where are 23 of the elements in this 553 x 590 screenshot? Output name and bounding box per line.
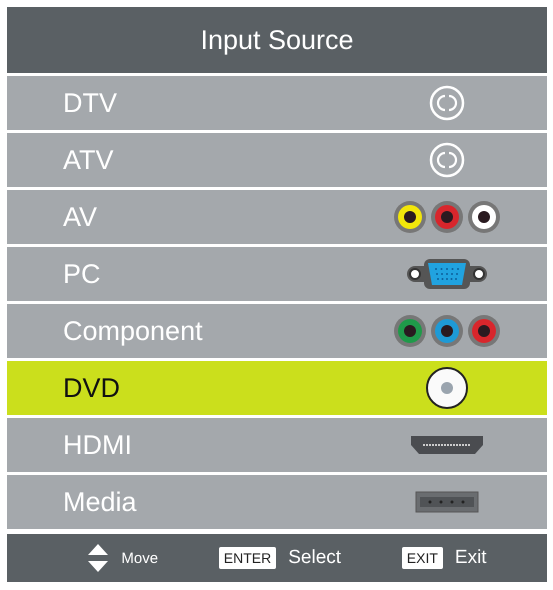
rca-jacks-icon [393, 314, 501, 348]
source-item[interactable]: HDMI [7, 418, 547, 472]
coax-port-icon [429, 142, 465, 178]
up-down-arrows-icon [87, 543, 110, 573]
vga-port-icon [406, 258, 488, 290]
hint-label: Exit [454, 547, 487, 569]
source-item[interactable]: Media [7, 475, 547, 529]
coax-port-icon [429, 85, 465, 121]
hint-label: Select [288, 547, 342, 569]
source-item[interactable]: ATV [7, 133, 547, 187]
disc-icon [425, 366, 469, 410]
key-label: ENTER [218, 547, 276, 569]
key-label: EXIT [402, 547, 443, 569]
usb-port-icon [415, 491, 479, 513]
source-item[interactable]: Component [7, 304, 547, 358]
menu-title: Input Source [7, 7, 547, 73]
hdmi-port-icon [409, 434, 485, 456]
source-item[interactable]: AV [7, 190, 547, 244]
rca-jacks-icon [393, 200, 501, 234]
source-item[interactable]: DVD [7, 361, 547, 415]
source-item[interactable]: DTV [7, 76, 547, 130]
hint-label: Move [121, 550, 158, 566]
source-item[interactable]: PC [7, 247, 547, 301]
